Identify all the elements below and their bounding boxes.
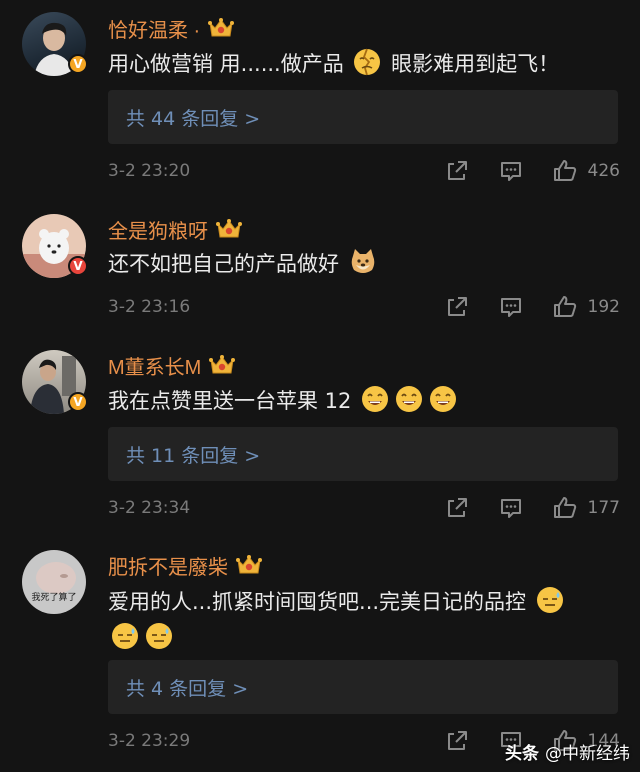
timestamp: 3-2 23:16 xyxy=(108,297,191,317)
username[interactable]: 肥拆不是廢柴 xyxy=(108,551,228,580)
avatar[interactable]: 我死了算了 xyxy=(22,550,86,614)
username[interactable]: 恰好温柔 · xyxy=(108,14,200,43)
avatar-caption: 我死了算了 xyxy=(31,593,77,603)
timestamp: 3-2 23:20 xyxy=(108,161,191,181)
like-icon[interactable] xyxy=(552,294,578,320)
timestamp: 3-2 23:34 xyxy=(108,498,191,518)
share-icon[interactable] xyxy=(444,495,470,521)
view-replies-button[interactable]: 共 11 条回复 > xyxy=(108,427,618,481)
comment-icon[interactable] xyxy=(498,495,524,521)
watermark: 头条 @中新经纬 xyxy=(505,739,630,764)
comment-text-part: 用心做营销 用......做产品 xyxy=(108,52,344,76)
comment-text-part: 还不如把自己的产品做好 xyxy=(108,252,339,276)
crown-icon xyxy=(209,354,235,376)
comment-text: 用心做营销 用......做产品 眼影难用到起飞！ xyxy=(108,46,620,82)
like-count: 192 xyxy=(587,297,620,317)
view-replies-button[interactable]: 共 44 条回复 > xyxy=(108,90,618,144)
grin-icon xyxy=(428,384,458,414)
comment-text-part: 我在点赞里送一台苹果 12 xyxy=(108,389,352,413)
verified-badge-icon: V xyxy=(68,392,88,412)
watermark-brand: 头条 xyxy=(505,744,539,764)
like-icon[interactable] xyxy=(552,158,578,184)
comment-icon[interactable] xyxy=(498,294,524,320)
comment-icon[interactable] xyxy=(498,158,524,184)
share-icon[interactable] xyxy=(444,728,470,754)
speechless-icon xyxy=(110,621,140,651)
crown-icon xyxy=(216,218,242,240)
grin-icon xyxy=(394,384,424,414)
broken-heart-face-icon xyxy=(352,47,382,77)
username[interactable]: M董系长M xyxy=(108,351,201,380)
avatar[interactable]: V xyxy=(22,12,88,76)
verified-badge-icon: V xyxy=(68,54,88,74)
username[interactable]: 全是狗粮呀 xyxy=(108,215,208,244)
like-count: 426 xyxy=(587,161,620,181)
verified-badge-icon: V xyxy=(68,256,88,276)
crown-icon xyxy=(236,554,262,576)
crown-icon xyxy=(208,17,234,39)
grin-icon xyxy=(360,384,390,414)
like-count: 177 xyxy=(587,498,620,518)
like-icon[interactable] xyxy=(552,495,578,521)
comment-text-part: 眼影难用到起飞！ xyxy=(391,52,560,76)
speechless-icon xyxy=(144,621,174,651)
view-replies-button[interactable]: 共 4 条回复 > xyxy=(108,660,618,714)
share-icon[interactable] xyxy=(444,158,470,184)
share-icon[interactable] xyxy=(444,294,470,320)
avatar[interactable]: V xyxy=(22,214,88,278)
comment-text: 我在点赞里送一台苹果 12 xyxy=(108,383,620,419)
avatar[interactable]: V xyxy=(22,350,88,414)
speechless-icon xyxy=(535,585,565,615)
timestamp: 3-2 23:29 xyxy=(108,731,191,751)
comment-text: 爱用的人...抓紧时间囤货吧...完美日记的品控 xyxy=(108,584,620,656)
watermark-handle: @中新经纬 xyxy=(545,744,630,764)
doge-icon xyxy=(348,247,378,277)
comment-text-part: 爱用的人...抓紧时间囤货吧...完美日记的品控 xyxy=(108,590,527,614)
comment-text: 还不如把自己的产品做好 xyxy=(108,246,620,282)
